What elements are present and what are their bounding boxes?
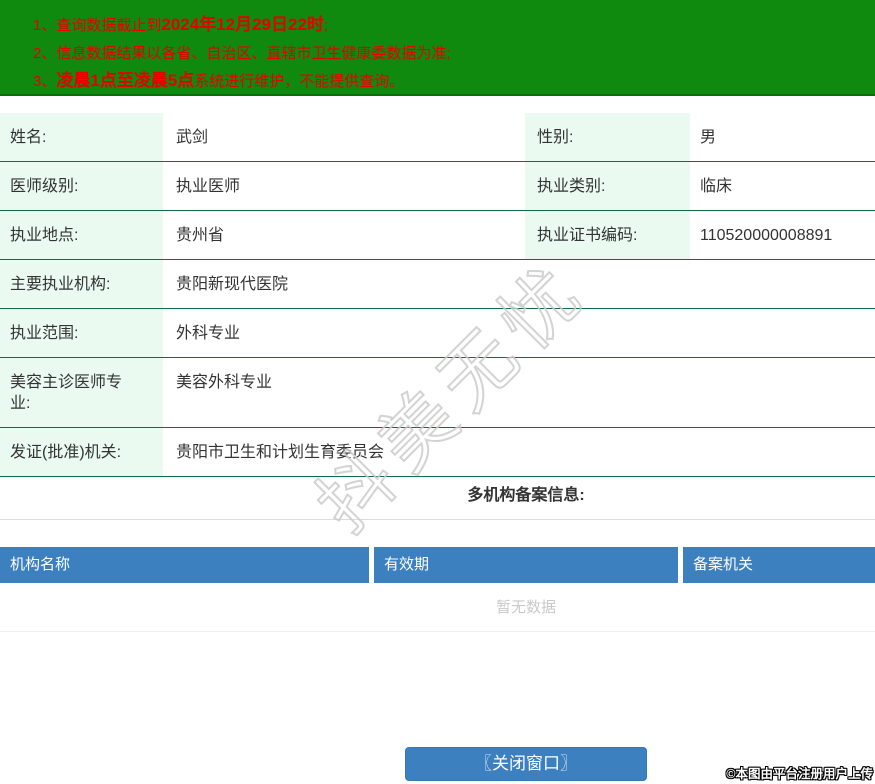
notice-banner: 1、查询数据截止到2024年12月29日22时; 2、信息数据结果以各省、自治区… [0, 0, 875, 96]
notice-line-3: 3、凌晨1点至凌晨5点系统进行维护，不能提供查询。 [33, 67, 865, 95]
notice-3-prefix: 3、 [33, 73, 57, 90]
label-main-institution: 主要执业机构: [0, 260, 163, 308]
close-window-button[interactable]: 〖关闭窗口〗 [405, 747, 647, 781]
column-header-validity: 有效期 [374, 547, 678, 583]
notice-1-post: ; [323, 17, 329, 34]
notice-1-prefix: 1、 [33, 17, 57, 34]
value-issuing-authority: 贵阳市卫生和计划生育委员会 [176, 444, 385, 461]
table-row-level-category: 医师级别: 执业医师 执业类别: 临床 [0, 161, 875, 210]
label-practice-category: 执业类别: [525, 162, 690, 210]
label-gender: 性别: [525, 113, 690, 161]
notice-1-bold: 2024年12月29日22时 [161, 15, 324, 34]
label-name: 姓名: [0, 113, 163, 161]
table-row-location-certno: 执业地点: 贵州省 执业证书编码: 110520000008891 [0, 210, 875, 259]
notice-3-bold: 凌晨1点至凌晨5点 [56, 71, 195, 90]
value-main-institution: 贵阳新现代医院 [176, 276, 289, 293]
notice-2-prefix: 2、 [33, 45, 57, 62]
filing-table-empty-state: 暂无数据 [0, 583, 875, 632]
section-divider [0, 519, 875, 520]
table-row-name-gender: 姓名: 武剑 性别: 男 [0, 113, 875, 161]
doctor-info-table: 姓名: 武剑 性别: 男 医师级别: 执业医师 执业类别: 临床 执业地点: 贵… [0, 113, 875, 477]
value-certificate-no: 110520000008891 [700, 227, 833, 244]
upload-credit-watermark: ©本图由平台注册用户上传 [726, 767, 873, 781]
label-practice-scope: 执业范围: [0, 309, 163, 357]
table-row-cosmetic-specialty: 美容主诊医师专业: 美容外科专业 [0, 357, 875, 427]
notice-line-2: 2、信息数据结果以各省、自治区、直辖市卫生健康委数据为准; [33, 39, 865, 67]
label-doctor-level: 医师级别: [0, 162, 163, 210]
label-practice-location: 执业地点: [0, 211, 163, 259]
value-doctor-level: 执业医师 [176, 178, 241, 195]
notice-line-1: 1、查询数据截止到2024年12月29日22时; [33, 11, 865, 39]
value-cosmetic-specialty: 美容外科专业 [176, 374, 273, 391]
value-practice-category: 临床 [700, 178, 733, 195]
notice-1-text: 查询数据截止到 [56, 17, 162, 34]
table-row-main-institution: 主要执业机构: 贵阳新现代医院 [0, 259, 875, 308]
table-row-practice-scope: 执业范围: 外科专业 [0, 308, 875, 357]
value-name: 武剑 [176, 129, 209, 146]
table-row-issuing-authority: 发证(批准)机关: 贵阳市卫生和计划生育委员会 [0, 427, 875, 476]
label-cosmetic-specialty: 美容主诊医师专业: [0, 358, 163, 427]
label-issuing-authority: 发证(批准)机关: [0, 428, 163, 476]
column-header-institution-name: 机构名称 [0, 547, 369, 583]
value-practice-scope: 外科专业 [176, 325, 241, 342]
notice-3-post: 系统进行维护，不能提供查询。 [194, 73, 405, 90]
column-header-filing-authority: 备案机关 [683, 547, 875, 583]
value-gender: 男 [700, 129, 717, 146]
filing-table-header: 机构名称 有效期 备案机关 [0, 547, 875, 583]
label-certificate-no: 执业证书编码: [525, 211, 690, 259]
query-result-page: 1、查询数据截止到2024年12月29日22时; 2、信息数据结果以各省、自治区… [0, 0, 875, 784]
value-practice-location: 贵州省 [176, 227, 225, 244]
notice-2-text: 信息数据结果以各省、自治区、直辖市卫生健康委数据为准; [56, 45, 451, 62]
filing-section-title: 多机构备案信息: [467, 487, 585, 504]
